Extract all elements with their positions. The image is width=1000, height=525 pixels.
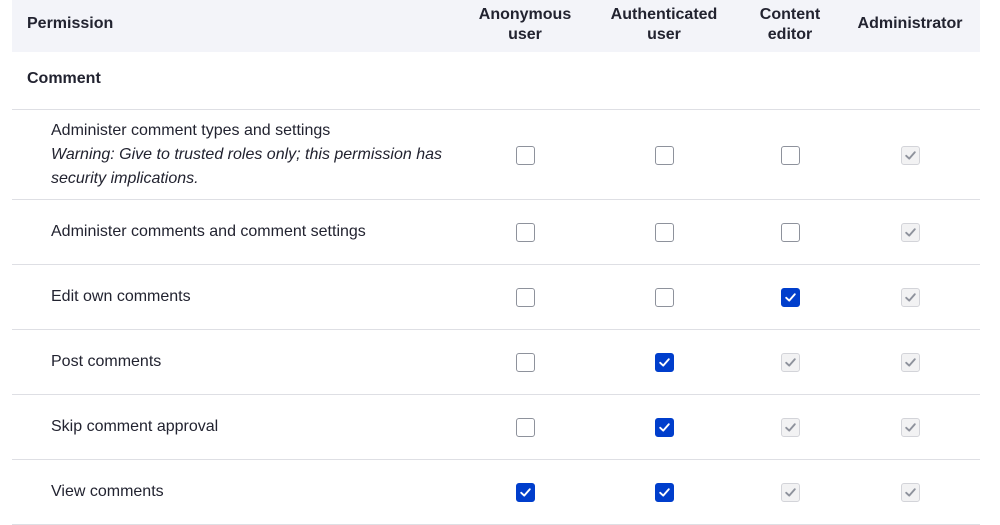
permission-column-header: Permission (27, 15, 114, 32)
role-header-line: user (647, 26, 681, 43)
checkbox-administrator (901, 417, 920, 437)
checkmark-icon (905, 292, 916, 302)
role-header-line: Anonymous (478, 6, 572, 23)
checkmark-icon (905, 357, 916, 367)
table-header: Permission Anonymous user Authenticated … (12, 0, 980, 52)
checkbox-anonymous[interactable] (516, 482, 535, 502)
checkbox-authenticated[interactable] (655, 145, 674, 165)
permission-name-cell: Administer comment types and settings War… (51, 119, 451, 191)
permission-row: Post comments (12, 329, 980, 395)
checkbox-content-editor (781, 482, 800, 502)
checkbox-anonymous[interactable] (516, 417, 535, 437)
permission-title: View comments (51, 482, 164, 500)
permission-name-cell: Post comments (51, 350, 451, 374)
checkbox-administrator (901, 352, 920, 372)
checkmark-icon (785, 422, 796, 432)
checkbox-authenticated[interactable] (655, 417, 674, 437)
checkmark-icon (905, 227, 916, 237)
checkbox-authenticated[interactable] (655, 287, 674, 307)
checkbox-content-editor (781, 352, 800, 372)
permission-row: Administer comment types and settings War… (12, 110, 980, 200)
module-group-title: Comment (27, 70, 101, 87)
role-header-administrator: Administrator (845, 14, 975, 34)
permission-row: Edit own comments (12, 264, 980, 330)
checkmark-icon (905, 422, 916, 432)
checkmark-icon (905, 150, 916, 160)
checkbox-anonymous[interactable] (516, 145, 535, 165)
checkmark-icon (659, 487, 670, 497)
checkbox-content-editor[interactable] (781, 287, 800, 307)
permission-title: Administer comment types and settings (51, 122, 331, 139)
permission-row: Administer comments and comment settings (12, 199, 980, 265)
permission-name-cell: Skip comment approval (51, 415, 451, 439)
checkbox-anonymous[interactable] (516, 352, 535, 372)
role-header-line: Content (759, 6, 821, 23)
permission-warning: Warning: Give to trusted roles only; thi… (51, 146, 442, 187)
permission-title: Skip comment approval (51, 417, 219, 435)
checkbox-administrator (901, 222, 920, 242)
checkmark-icon (785, 292, 796, 302)
checkbox-authenticated[interactable] (655, 352, 674, 372)
role-header-line: Administrator (857, 15, 963, 32)
checkmark-icon (785, 357, 796, 367)
checkbox-anonymous[interactable] (516, 222, 535, 242)
permission-name-cell: Administer comments and comment settings (51, 220, 451, 244)
checkbox-administrator (901, 145, 920, 165)
permission-name-cell: Edit own comments (51, 285, 451, 309)
permission-title: Administer comments and comment settings (51, 222, 366, 240)
checkbox-content-editor[interactable] (781, 222, 800, 242)
checkbox-administrator (901, 287, 920, 307)
module-group-row: Comment (12, 52, 980, 110)
checkbox-anonymous[interactable] (516, 287, 535, 307)
checkmark-icon (659, 422, 670, 432)
checkbox-content-editor (781, 417, 800, 437)
checkmark-icon (785, 487, 796, 497)
permission-title: Post comments (51, 352, 162, 370)
permission-title: Edit own comments (51, 287, 191, 305)
checkmark-icon (520, 487, 531, 497)
role-header-content-editor: Content editor (725, 5, 855, 45)
checkbox-administrator (901, 482, 920, 502)
checkbox-authenticated[interactable] (655, 222, 674, 242)
role-header-anonymous: Anonymous user (460, 5, 590, 45)
role-header-line: user (508, 26, 542, 43)
permission-row: View comments (12, 459, 980, 525)
role-header-line: editor (767, 26, 813, 43)
checkmark-icon (905, 487, 916, 497)
role-header-line: Authenticated (610, 6, 718, 23)
role-header-authenticated: Authenticated user (599, 5, 729, 45)
checkbox-authenticated[interactable] (655, 482, 674, 502)
permission-row: Skip comment approval (12, 394, 980, 460)
permission-name-cell: View comments (51, 480, 451, 504)
checkmark-icon (659, 357, 670, 367)
checkbox-content-editor[interactable] (781, 145, 800, 165)
